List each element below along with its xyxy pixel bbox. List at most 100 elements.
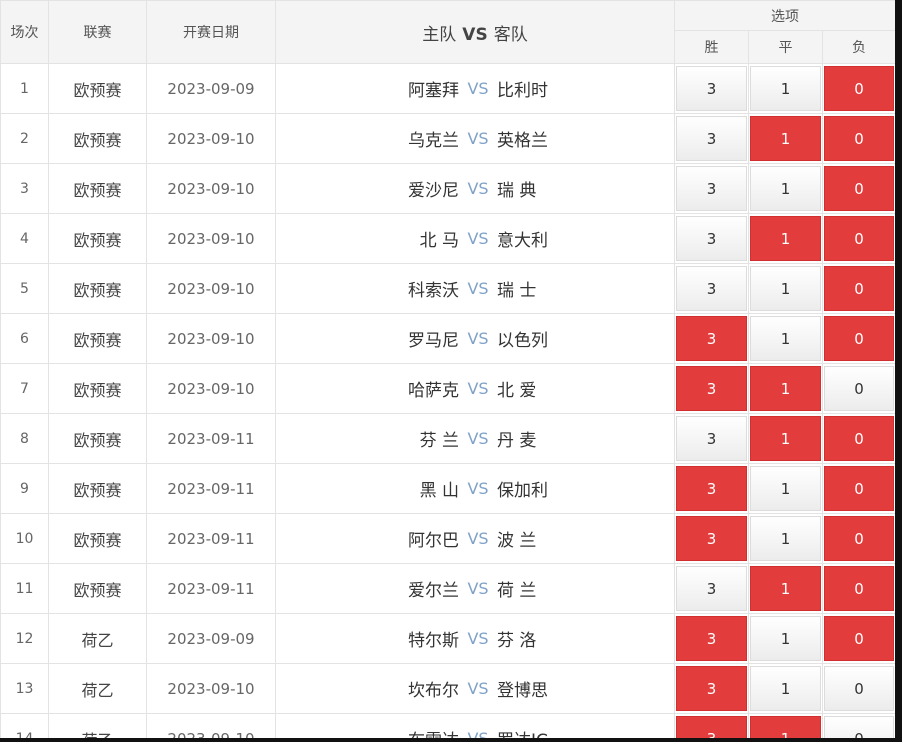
win-cell: 3	[674, 463, 749, 514]
vs-label: VS	[467, 279, 489, 298]
option-loss-button[interactable]: 0	[824, 566, 895, 611]
option-win-button[interactable]: 3	[676, 266, 747, 311]
match-date: 2023-09-11	[146, 463, 276, 514]
option-loss-button[interactable]: 0	[824, 66, 895, 111]
home-team: 北 马	[419, 231, 459, 251]
header-loss: 负	[821, 30, 895, 64]
league-name: 欧预赛	[48, 563, 147, 614]
option-win-button[interactable]: 3	[676, 516, 747, 561]
table-row: 10 欧预赛 2023-09-11 阿尔巴 VS 波 兰310	[0, 513, 895, 564]
league-name: 欧预赛	[48, 513, 147, 564]
draw-cell: 1	[748, 363, 823, 414]
option-draw-button[interactable]: 1	[750, 566, 821, 611]
option-draw-button[interactable]: 1	[750, 366, 821, 411]
option-loss-button[interactable]: 0	[824, 716, 895, 738]
option-win-button[interactable]: 3	[676, 616, 747, 661]
draw-cell: 1	[748, 213, 823, 264]
away-team: 保加利	[497, 481, 548, 501]
win-cell: 3	[674, 113, 749, 164]
option-win-button[interactable]: 3	[676, 366, 747, 411]
loss-cell: 0	[821, 463, 895, 514]
match-number: 1	[0, 63, 49, 114]
option-draw-button[interactable]: 1	[750, 116, 821, 161]
draw-cell: 1	[748, 263, 823, 314]
vs-label: VS	[467, 629, 489, 648]
matchup-cell: 芬 兰 VS 丹 麦	[275, 413, 675, 464]
matchup-cell: 北 马 VS 意大利	[275, 213, 675, 264]
home-team: 爱尔兰	[408, 581, 459, 601]
header-home: 主队	[422, 24, 457, 45]
league-name: 欧预赛	[48, 413, 147, 464]
away-team: 波 兰	[497, 531, 537, 551]
option-loss-button[interactable]: 0	[824, 266, 895, 311]
match-date: 2023-09-10	[146, 713, 276, 738]
option-loss-button[interactable]: 0	[824, 366, 895, 411]
option-loss-button[interactable]: 0	[824, 116, 895, 161]
win-cell: 3	[674, 713, 749, 738]
away-team: 瑞 士	[497, 281, 537, 301]
option-loss-button[interactable]: 0	[824, 466, 895, 511]
option-loss-button[interactable]: 0	[824, 216, 895, 261]
match-date: 2023-09-10	[146, 213, 276, 264]
option-win-button[interactable]: 3	[676, 66, 747, 111]
option-loss-button[interactable]: 0	[824, 616, 895, 661]
match-number: 12	[0, 613, 49, 664]
option-win-button[interactable]: 3	[676, 316, 747, 361]
option-loss-button[interactable]: 0	[824, 166, 895, 211]
table-row: 14 荷乙 2023-09-10 布雷达 VS 罗达JC 3 1 0	[0, 713, 895, 738]
option-draw-button[interactable]: 1	[750, 516, 821, 561]
option-win-button[interactable]: 3	[676, 216, 747, 261]
home-team: 黑 山	[419, 481, 459, 501]
option-draw-button[interactable]: 1	[750, 416, 821, 461]
win-cell: 3	[674, 213, 749, 264]
option-win-button[interactable]: 3	[676, 666, 747, 711]
option-draw-button[interactable]: 1	[750, 166, 821, 211]
matchup-cell: 哈萨克 VS 北 爱	[275, 363, 675, 414]
table-row: 5 欧预赛 2023-09-10 科索沃 VS 瑞 士 310	[0, 263, 895, 314]
option-loss-button[interactable]: 0	[824, 316, 895, 361]
option-win-button[interactable]: 3	[676, 716, 747, 738]
option-draw-button[interactable]: 1	[750, 616, 821, 661]
table-row: 7 欧预赛 2023-09-10 哈萨克 VS 北 爱 310	[0, 363, 895, 414]
option-draw-button[interactable]: 1	[750, 716, 821, 738]
option-draw-button[interactable]: 1	[750, 666, 821, 711]
option-loss-button[interactable]: 0	[824, 416, 895, 461]
option-loss-button[interactable]: 0	[824, 666, 895, 711]
home-team: 乌克兰	[408, 131, 459, 151]
header-num: 场次	[0, 0, 49, 64]
option-win-button[interactable]: 3	[676, 116, 747, 161]
away-team: 比利时	[497, 81, 548, 101]
table-row: 11 欧预赛 2023-09-11 爱尔兰 VS 荷 兰 310	[0, 563, 895, 614]
match-date: 2023-09-11	[146, 413, 276, 464]
vs-label: VS	[467, 329, 489, 348]
home-team: 阿尔巴	[408, 531, 459, 551]
match-date: 2023-09-10	[146, 263, 276, 314]
header-matchup: 主队 VS 客队	[275, 0, 675, 64]
option-draw-button[interactable]: 1	[750, 316, 821, 361]
option-draw-button[interactable]: 1	[750, 66, 821, 111]
option-win-button[interactable]: 3	[676, 416, 747, 461]
match-number: 13	[0, 663, 49, 714]
table-row: 6 欧预赛 2023-09-10 罗马尼 VS 以色列 3 1 0	[0, 313, 895, 364]
table-row: 8 欧预赛 2023-09-11 芬 兰 VS 丹 麦 310	[0, 413, 895, 464]
option-win-button[interactable]: 3	[676, 166, 747, 211]
option-win-button[interactable]: 3	[676, 566, 747, 611]
draw-cell: 1	[748, 713, 823, 738]
match-number: 4	[0, 213, 49, 264]
option-draw-button[interactable]: 1	[750, 216, 821, 261]
matchup-cell: 爱沙尼 VS 瑞 典	[275, 163, 675, 214]
header-away: 客队	[493, 24, 528, 45]
vs-label: VS	[467, 79, 489, 98]
win-cell: 3	[674, 663, 749, 714]
win-cell: 3	[674, 63, 749, 114]
option-draw-button[interactable]: 1	[750, 466, 821, 511]
away-team: 荷 兰	[497, 581, 537, 601]
match-number: 14	[0, 713, 49, 738]
option-loss-button[interactable]: 0	[824, 516, 895, 561]
option-win-button[interactable]: 3	[676, 466, 747, 511]
league-name: 欧预赛	[48, 163, 147, 214]
away-team: 以色列	[497, 331, 548, 351]
option-draw-button[interactable]: 1	[750, 266, 821, 311]
league-name: 欧预赛	[48, 363, 147, 414]
draw-cell: 1	[748, 663, 823, 714]
